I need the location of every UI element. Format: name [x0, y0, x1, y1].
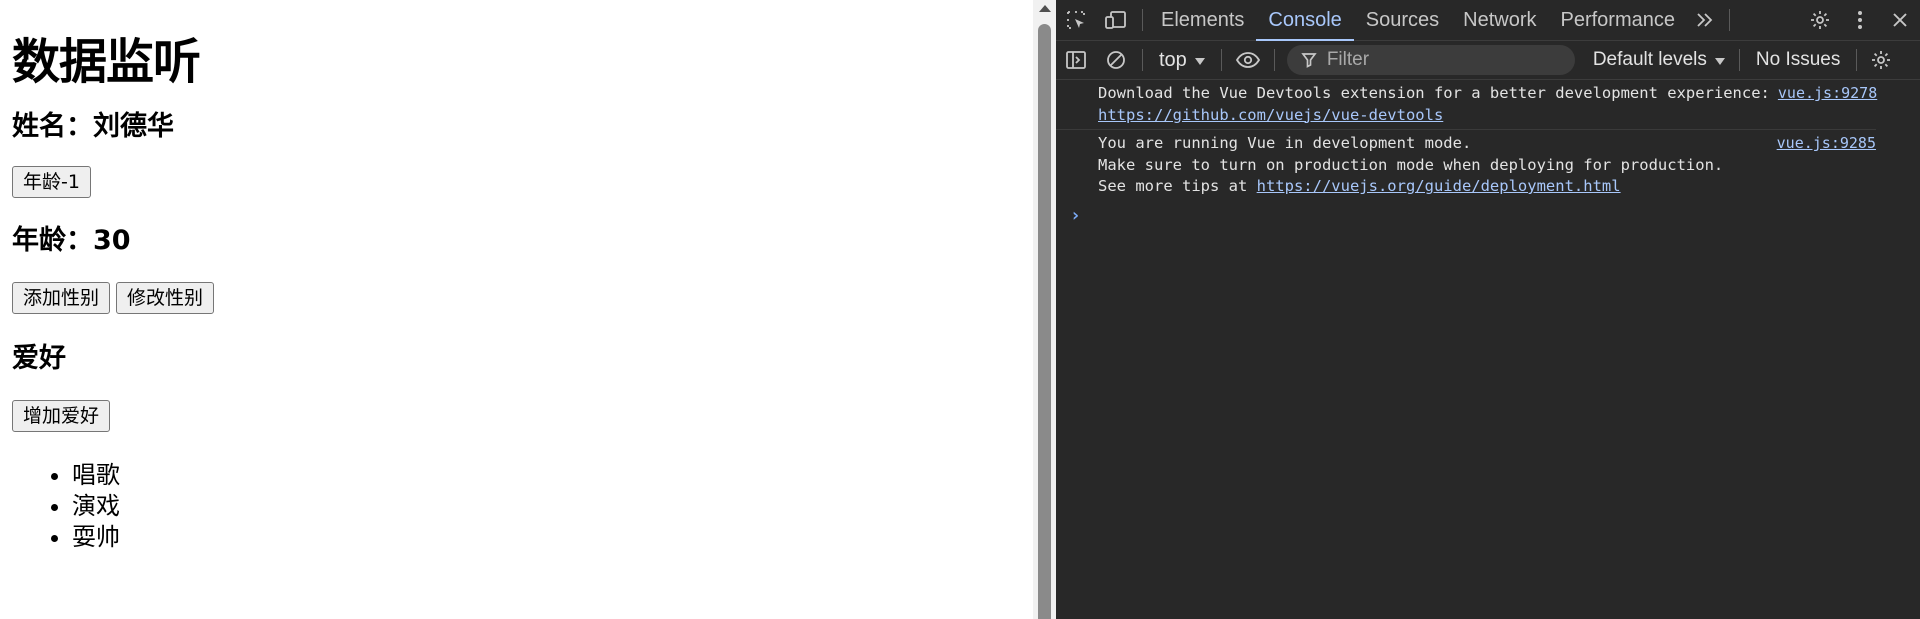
message-source-link[interactable]: vue.js:9285	[1777, 133, 1876, 198]
hobby-list: 唱歌 演戏 耍帅	[12, 460, 1033, 553]
filter-input[interactable]	[1324, 48, 1549, 72]
clear-console-icon[interactable]	[1096, 40, 1136, 80]
name-heading: 姓名：刘德华	[12, 111, 174, 142]
age-heading: 年龄：30	[12, 225, 131, 256]
caret-down-icon	[1714, 58, 1725, 65]
console-message: You are running Vue in development mode.…	[1056, 130, 1876, 201]
console-messages: Download the Vue Devtools extension for …	[1056, 80, 1920, 231]
double-chevron-right-icon[interactable]	[1687, 0, 1723, 40]
sidebar-toggle-icon[interactable]	[1056, 40, 1096, 80]
device-toolbar-icon[interactable]	[1096, 0, 1136, 40]
more-vertical-icon[interactable]	[1840, 0, 1880, 40]
filter-funnel-icon	[1301, 53, 1317, 68]
divider	[1729, 9, 1730, 31]
scroll-up-arrow-icon[interactable]	[1039, 5, 1051, 12]
context-selector[interactable]: top	[1149, 49, 1215, 72]
age-minus-button[interactable]: 年龄-1	[12, 166, 91, 198]
tab-elements[interactable]: Elements	[1149, 0, 1256, 40]
log-levels-dropdown[interactable]: Default levels	[1593, 49, 1725, 71]
message-link[interactable]: https://vuejs.org/guide/deployment.html	[1257, 177, 1621, 195]
console-input[interactable]	[1093, 205, 1920, 227]
issues-button[interactable]: No Issues	[1746, 49, 1850, 71]
tab-sources[interactable]: Sources	[1354, 0, 1451, 40]
context-label: top	[1159, 48, 1187, 71]
scroll-thumb[interactable]	[1038, 24, 1051, 619]
devtools-panel: Elements Console Sources Network Perform…	[1056, 0, 1920, 619]
divider	[1856, 49, 1858, 71]
page-scrollbar[interactable]	[1033, 0, 1056, 619]
page-title: 数据监听	[12, 34, 201, 90]
message-text: Download the Vue Devtools extension for …	[1098, 84, 1770, 102]
close-icon[interactable]	[1880, 0, 1920, 40]
console-message: Download the Vue Devtools extension for …	[1056, 80, 1877, 130]
console-settings-gear-icon[interactable]	[1863, 40, 1899, 80]
divider	[1142, 9, 1143, 31]
devtools-tabbar: Elements Console Sources Network Perform…	[1056, 0, 1920, 41]
eye-icon[interactable]	[1228, 40, 1268, 80]
tab-console[interactable]: Console	[1256, 0, 1355, 41]
console-prompt[interactable]: ›	[1056, 201, 1920, 231]
divider	[1738, 49, 1740, 71]
list-item: 唱歌	[72, 460, 1033, 491]
list-item: 演戏	[72, 491, 1033, 522]
divider	[1273, 49, 1275, 71]
prompt-chevron-icon: ›	[1070, 205, 1081, 226]
inspect-element-icon[interactable]	[1056, 0, 1096, 40]
add-gender-button[interactable]: 添加性别	[12, 282, 111, 314]
hobby-heading: 爱好	[12, 343, 66, 374]
divider	[1142, 49, 1143, 71]
divider	[1220, 49, 1222, 71]
message-source-link[interactable]: vue.js:9278	[1778, 83, 1877, 126]
tab-network[interactable]: Network	[1451, 0, 1548, 40]
message-text: See more tips at	[1098, 177, 1257, 195]
filter-field[interactable]	[1286, 45, 1575, 75]
log-levels-label: Default levels	[1592, 49, 1707, 70]
page-viewport: 数据监听 姓名：刘德华 年龄-1 年龄：30 添加性别 修改性别 爱好 增加爱好…	[0, 0, 1033, 619]
add-hobby-button[interactable]: 增加爱好	[12, 400, 111, 432]
tab-performance[interactable]: Performance	[1549, 0, 1688, 40]
message-link[interactable]: https://github.com/vuejs/vue-devtools	[1098, 106, 1443, 124]
console-toolbar: top Default levels N	[1056, 41, 1920, 80]
caret-down-icon	[1194, 58, 1205, 65]
message-text: You are running Vue in development mode.	[1098, 134, 1472, 152]
message-text: Make sure to turn on production mode whe…	[1098, 155, 1724, 174]
gear-icon[interactable]	[1800, 0, 1840, 40]
list-item: 耍帅	[72, 522, 1033, 553]
edit-gender-button[interactable]: 修改性别	[116, 282, 215, 314]
